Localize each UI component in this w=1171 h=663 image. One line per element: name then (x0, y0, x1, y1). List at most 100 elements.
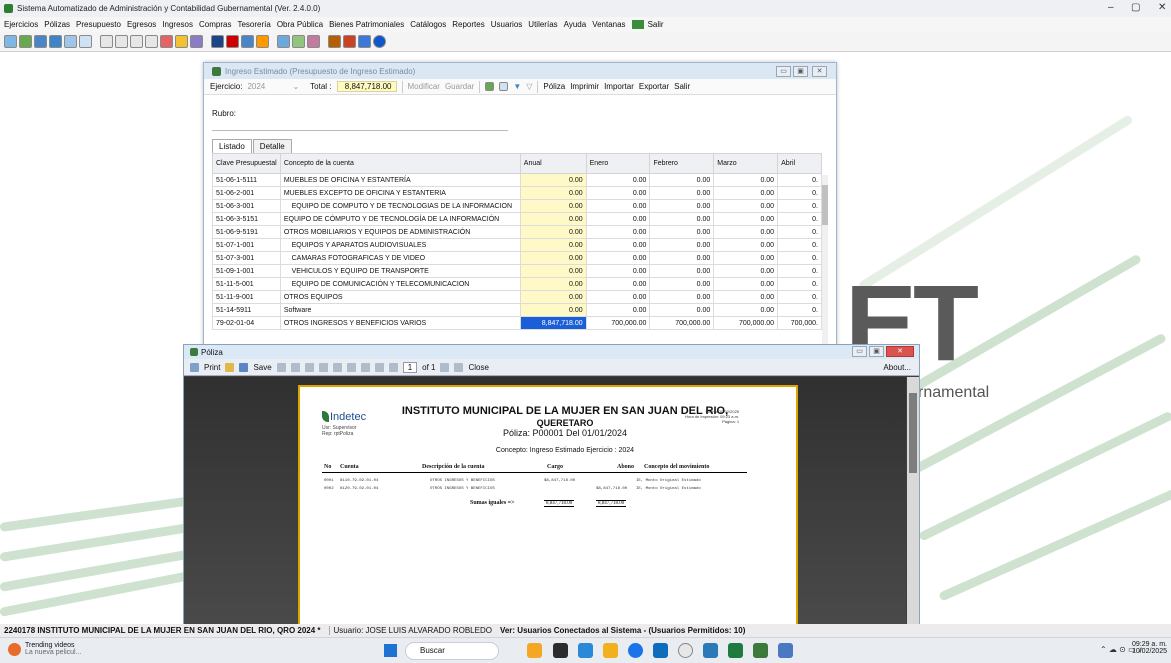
column-header[interactable]: Abril (777, 153, 822, 174)
cell-enero[interactable]: 0.00 (585, 290, 651, 304)
cell-clave[interactable]: 51-07-3-001 (212, 251, 281, 265)
cell-enero[interactable]: 0.00 (585, 212, 651, 226)
cell-clave[interactable]: 51-06-3-001 (212, 199, 281, 213)
refresh-icon[interactable] (4, 35, 17, 48)
cell-enero[interactable]: 0.00 (585, 186, 651, 200)
tools-icon[interactable] (292, 35, 305, 48)
book-icon[interactable] (34, 35, 47, 48)
close-button[interactable]: ✕ (1158, 2, 1166, 13)
restore-icon[interactable]: ▣ (793, 66, 808, 77)
cell-marzo[interactable]: 0.00 (713, 264, 779, 278)
one-page-icon[interactable] (346, 362, 356, 372)
imprimir-button[interactable]: Imprimir (570, 82, 599, 91)
cell-concepto[interactable]: Software (279, 303, 521, 317)
last-page-icon[interactable] (454, 362, 464, 372)
table-row[interactable]: 51-11-5-001 EQUIPO DE COMUNICACIÓN Y TEL… (212, 277, 822, 291)
cell-febrero[interactable]: 0.00 (649, 264, 715, 278)
table-row[interactable]: 51-06-2-001 MUEBLES EXCEPTO DE OFICINA Y … (212, 186, 822, 200)
close-icon[interactable]: ✕ (812, 66, 827, 77)
cell-enero[interactable]: 0.00 (585, 173, 651, 187)
save-button[interactable]: Save (253, 363, 271, 372)
cell-anual[interactable]: 0.00 (519, 186, 587, 200)
close-report-button[interactable]: Close (468, 363, 488, 372)
widgets-button[interactable]: Trending videos La nueva pelicul... (8, 642, 81, 656)
clear-filter-icon[interactable]: ▽ (526, 82, 532, 91)
cell-febrero[interactable]: 0.00 (649, 173, 715, 187)
cell-abril[interactable]: 0. (777, 225, 822, 239)
calc-icon[interactable] (49, 35, 62, 48)
cell-enero[interactable]: 0.00 (585, 264, 651, 278)
cell-clave[interactable]: 51-11-5-001 (212, 277, 281, 291)
menu-polizas[interactable]: Pólizas (44, 20, 70, 29)
cell-marzo[interactable]: 0.00 (713, 212, 779, 226)
cell-enero[interactable]: 0.00 (585, 238, 651, 252)
copilot-icon[interactable] (527, 643, 542, 658)
cell-marzo[interactable]: 0.00 (713, 238, 779, 252)
cell-anual[interactable]: 0.00 (519, 238, 587, 252)
table-row[interactable]: 51-09-1-001 VEHICULOS Y EQUIPO DE TRANSP… (212, 264, 822, 278)
taskbar-search[interactable]: Buscar (405, 642, 499, 660)
cell-enero[interactable]: 0.00 (585, 251, 651, 265)
page-number-input[interactable]: 1 (402, 361, 418, 373)
cell-clave[interactable]: 51-09-1-001 (212, 264, 281, 278)
menu-reportes[interactable]: Reportes (452, 20, 484, 29)
next-page-icon[interactable] (440, 362, 450, 372)
menu-egresos[interactable]: Egresos (127, 20, 156, 29)
cell-febrero[interactable]: 0.00 (649, 238, 715, 252)
poliza-button[interactable]: Póliza (543, 82, 565, 91)
form-i-icon[interactable] (145, 35, 158, 48)
cell-clave[interactable]: 79-02-01-04 (212, 316, 281, 330)
menu-ingresos[interactable]: Ingresos (162, 20, 193, 29)
cell-abril[interactable]: 0. (777, 264, 822, 278)
cell-concepto[interactable]: CAMARAS FOTOGRAFICAS Y DE VIDEO (279, 251, 521, 265)
edge-icon[interactable] (578, 643, 593, 658)
document-icon[interactable] (19, 35, 32, 48)
table-row[interactable]: 51-06-3-001 EQUIPO DE COMPUTO Y DE TECNO… (212, 199, 822, 213)
app-window-icon[interactable] (778, 643, 793, 658)
cell-marzo[interactable]: 0.00 (713, 277, 779, 291)
cell-abril[interactable]: 0. (777, 303, 822, 317)
table-row[interactable]: 79-02-01-04 OTROS INGRESOS Y BENEFICIOS V… (212, 316, 822, 330)
cell-anual[interactable]: 0.00 (519, 277, 587, 291)
cell-abril[interactable]: 0. (777, 173, 822, 187)
grid-icon[interactable] (79, 35, 92, 48)
cell-febrero[interactable]: 0.00 (649, 225, 715, 239)
menu-ejercicios[interactable]: Ejercicios (4, 20, 38, 29)
cell-abril[interactable]: 0. (777, 290, 822, 304)
cell-marzo[interactable]: 0.00 (713, 303, 779, 317)
tab-detalle[interactable]: Detalle (252, 139, 292, 153)
cell-anual[interactable]: 0.00 (519, 303, 587, 317)
cell-concepto[interactable]: EQUIPO DE CÓMPUTO Y DE TECNOLOGÍA DE LA … (279, 212, 521, 226)
cell-concepto[interactable]: VEHICULOS Y EQUIPO DE TRANSPORTE (279, 264, 521, 278)
dell-icon[interactable] (678, 643, 693, 658)
restore-icon[interactable]: ▣ (869, 346, 884, 357)
cell-febrero[interactable]: 0.00 (649, 290, 715, 304)
menu-utilerias[interactable]: Utilerías (528, 20, 557, 29)
cell-enero[interactable]: 0.00 (585, 199, 651, 213)
cell-clave[interactable]: 51-06-2-001 (212, 186, 281, 200)
cell-anual[interactable]: 0.00 (519, 212, 587, 226)
filter-icon[interactable]: ▼ (513, 82, 521, 91)
cell-concepto[interactable]: EQUIPOS Y APARATOS AUDIOVISUALES (279, 238, 521, 252)
table-row[interactable]: 51-06-9-5191 OTROS MOBILIARIOS Y EQUIPOS … (212, 225, 822, 239)
report-scrollbar[interactable] (907, 377, 919, 625)
cell-febrero[interactable]: 0.00 (649, 186, 715, 200)
cell-clave[interactable]: 51-06-1-5111 (212, 173, 281, 187)
modificar-button[interactable]: Modificar (408, 82, 440, 91)
find-icon[interactable] (290, 362, 300, 372)
cell-clave[interactable]: 51-07-1-001 (212, 238, 281, 252)
exportar-button[interactable]: Exportar (639, 82, 669, 91)
cell-clave[interactable]: 51-11-9-001 (212, 290, 281, 304)
cell-concepto[interactable]: OTROS MOBILIARIOS Y EQUIPOS DE ADMINISTR… (279, 225, 521, 239)
menu-tesoreria[interactable]: Tesorería (237, 20, 270, 29)
clock[interactable]: 09:29 a. m. 10/02/2025 (1132, 641, 1167, 655)
users-icon[interactable] (277, 35, 290, 48)
cell-abril[interactable]: 0. (777, 238, 822, 252)
file-explorer-icon[interactable] (603, 643, 618, 658)
table-row[interactable]: 51-14-5911 Software 0.00 0.00 0.00 0.00 0. (212, 303, 822, 317)
start-button[interactable] (384, 644, 397, 657)
maximize-button[interactable]: ▢ (1131, 2, 1140, 13)
table-row[interactable]: 51-06-3-5151 EQUIPO DE CÓMPUTO Y DE TECNO… (212, 212, 822, 226)
chevron-down-icon[interactable]: ⌄ (292, 82, 299, 91)
page-setup-icon[interactable] (304, 362, 314, 372)
